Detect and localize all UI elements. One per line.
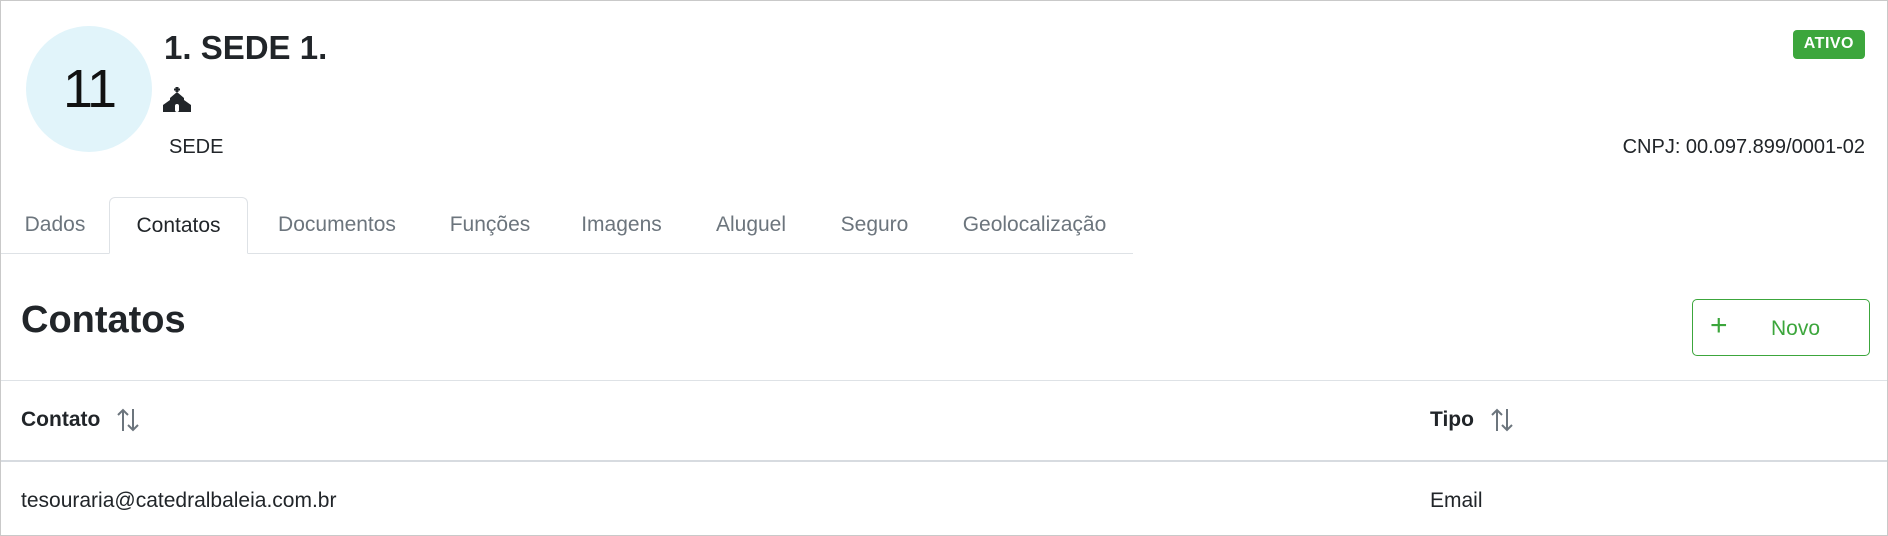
detail-panel: 11 1. SEDE 1. SEDE ATIVO CNPJ: 00.097.89… xyxy=(0,0,1888,536)
column-header-label: Contato xyxy=(21,408,101,431)
type-cell: Email xyxy=(1430,489,1483,512)
new-button-label: Novo xyxy=(1771,317,1821,340)
status-badge: ATIVO xyxy=(1792,30,1865,59)
column-header-label: Tipo xyxy=(1430,408,1474,431)
column-header-tipo[interactable]: Tipo xyxy=(1430,407,1514,433)
tab-aluguel[interactable]: Aluguel xyxy=(689,197,813,253)
church-building-icon xyxy=(163,87,191,112)
avatar-number: 11 xyxy=(62,59,117,119)
tab-geolocalizacao[interactable]: Geolocalização xyxy=(936,197,1133,253)
plus-icon: + xyxy=(1710,309,1728,342)
tab-contatos[interactable]: Contatos xyxy=(109,197,248,254)
entity-type-label: SEDE xyxy=(169,136,224,158)
sort-icon[interactable] xyxy=(116,407,140,433)
contact-cell: tesouraria@catedralbaleia.com.br xyxy=(21,489,337,512)
table-top-divider xyxy=(1,380,1887,381)
cnpj-label: CNPJ: 00.097.899/0001-02 xyxy=(1622,136,1865,158)
tab-funcoes[interactable]: Funções xyxy=(426,197,554,253)
column-header-contato[interactable]: Contato xyxy=(21,407,140,433)
avatar: 11 xyxy=(26,26,152,152)
section-title: Contatos xyxy=(21,299,186,341)
tab-imagens[interactable]: Imagens xyxy=(554,197,689,253)
tab-documentos[interactable]: Documentos xyxy=(248,197,426,253)
table-header-divider xyxy=(1,460,1887,462)
sort-icon[interactable] xyxy=(1490,407,1514,433)
tab-dados[interactable]: Dados xyxy=(1,197,109,253)
tab-seguro[interactable]: Seguro xyxy=(813,197,936,253)
new-contact-button[interactable]: + Novo xyxy=(1692,299,1870,356)
page-title: 1. SEDE 1. xyxy=(164,29,328,66)
tab-bar: Dados Contatos Documentos Funções Imagen… xyxy=(1,197,1887,254)
